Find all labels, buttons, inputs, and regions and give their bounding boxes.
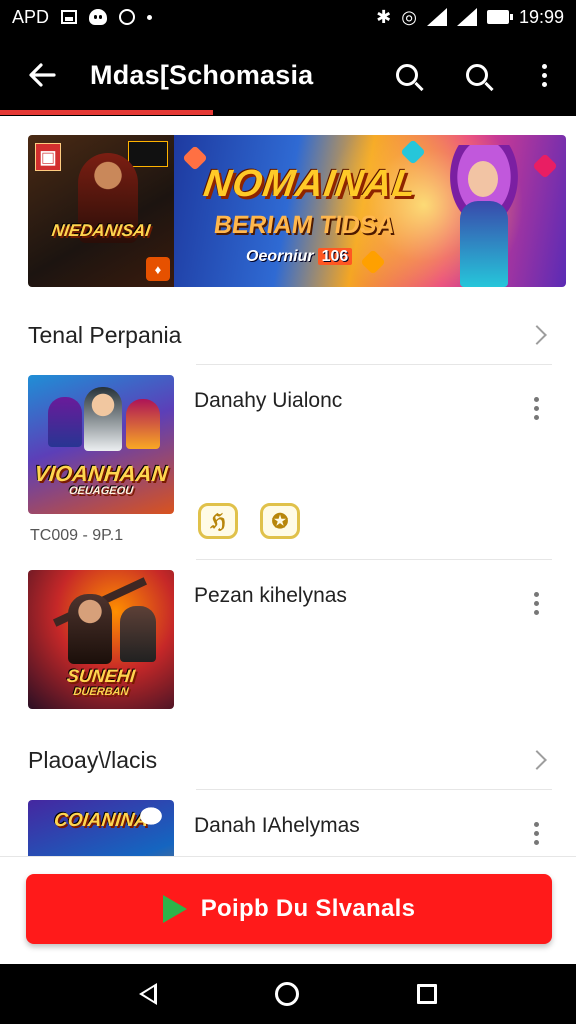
search-icon [396, 64, 418, 86]
divider [196, 364, 552, 365]
signal-icon [426, 8, 447, 26]
item-more-button[interactable] [524, 397, 548, 420]
back-button[interactable] [0, 34, 84, 116]
banner-date: Oeorniur 106 [246, 248, 353, 266]
banner-left-title: NIEDANISAI [50, 221, 152, 240]
achievement-badge-icon: ✪ [260, 503, 300, 539]
achievement-badge-icon: ℌ [198, 503, 238, 539]
banner-date-value: 106 [317, 248, 353, 265]
chevron-right-icon [527, 325, 547, 345]
bluetooth-icon: ✱ [376, 6, 392, 27]
clock: 19:99 [518, 6, 564, 27]
more-notifications-icon [147, 14, 153, 20]
item-title: Danahy Uialonc [194, 389, 343, 412]
divider [0, 856, 576, 857]
system-nav-bar [0, 964, 576, 1024]
section-header-1[interactable]: Tenal Perpania [28, 310, 552, 360]
image-notification-icon [61, 10, 78, 24]
game-thumbnail: SUNEHI DUERBAN [28, 570, 174, 709]
list-item[interactable]: VIOANHAAN OEUAGEOU Danahy Uialonc ℌ ✪ TC… [28, 375, 552, 555]
item-more-button[interactable] [524, 592, 548, 615]
carrier-label: APD [12, 6, 50, 27]
battery-icon [486, 10, 513, 24]
section-title: Plaoay\/lacis [28, 746, 158, 773]
nav-home-icon[interactable] [275, 982, 299, 1006]
banner-tag [128, 141, 168, 167]
status-right: ✱ ◎ 19:99 [376, 7, 564, 28]
banner-title: NOMAINAL [201, 163, 420, 205]
banner-logo-icon: ▣ [35, 143, 61, 171]
search-button-2[interactable] [442, 34, 512, 116]
banner-subtitle: BERIAM TIDSA [212, 211, 397, 239]
divider [196, 789, 552, 790]
gem-decoration [182, 145, 208, 171]
wifi-icon: ◎ [401, 6, 417, 27]
thumb-title: SUNEHI [65, 666, 137, 686]
featured-banner[interactable]: ▣ NIEDANISAI ♦ NOMAINAL BERIAM TIDSA Oeo… [28, 135, 566, 287]
gem-decoration [532, 153, 558, 179]
thumb-subtitle: OEUAGEOU [68, 485, 134, 497]
search-button[interactable] [372, 34, 442, 116]
item-meta: TC009 - 9P.1 [30, 527, 124, 544]
tab-indicator [0, 110, 213, 115]
status-left: APD [12, 6, 153, 28]
divider [196, 559, 552, 560]
app-bar: Mdas[Schomasia [0, 34, 576, 116]
item-more-button[interactable] [524, 822, 548, 845]
more-vert-icon [541, 63, 547, 87]
ghost-notification-icon [89, 9, 108, 25]
play-button[interactable]: Poipb Du Slvanals [26, 874, 552, 944]
banner-heroine-figure [444, 145, 524, 287]
banner-right-art: NOMAINAL BERIAM TIDSA Oeorniur 106 [174, 135, 566, 287]
circle-notification-icon [119, 9, 136, 25]
nav-back-icon[interactable] [139, 983, 157, 1005]
search-icon-2 [466, 64, 488, 86]
status-bar: APD ✱ ◎ 19:99 [0, 0, 576, 34]
page-title: Mdas[Schomasia [90, 59, 314, 90]
arrow-back-icon [29, 63, 56, 87]
play-button-label: Poipb Du Slvanals [200, 895, 416, 922]
game-thumbnail: VIOANHAAN OEUAGEOU [28, 375, 174, 514]
banner-left-art: ▣ NIEDANISAI ♦ [28, 135, 174, 287]
nav-recents-icon[interactable] [417, 984, 437, 1004]
section-header-2[interactable]: Plaoay\/lacis [28, 735, 552, 785]
signal-icon-2 [456, 8, 477, 26]
list-item[interactable]: SUNEHI DUERBAN Pezan kihelynas [28, 570, 552, 715]
section-title: Tenal Perpania [28, 321, 182, 348]
item-title: Danah IAhelymas [194, 814, 360, 837]
banner-badge-icon: ♦ [146, 257, 170, 281]
item-title: Pezan kihelynas [194, 584, 347, 607]
thumb-subtitle: DUERBAN [72, 686, 130, 698]
chevron-right-icon [527, 750, 547, 770]
banner-date-label: Oeorniur [246, 248, 314, 265]
game-thumbnail: COIANINA [28, 800, 174, 856]
overflow-menu-button[interactable] [512, 34, 576, 116]
list-item[interactable]: COIANINA Danah IAhelymas [28, 800, 552, 856]
thumb-title: VIOANHAAN [33, 461, 169, 486]
play-icon [162, 895, 187, 923]
